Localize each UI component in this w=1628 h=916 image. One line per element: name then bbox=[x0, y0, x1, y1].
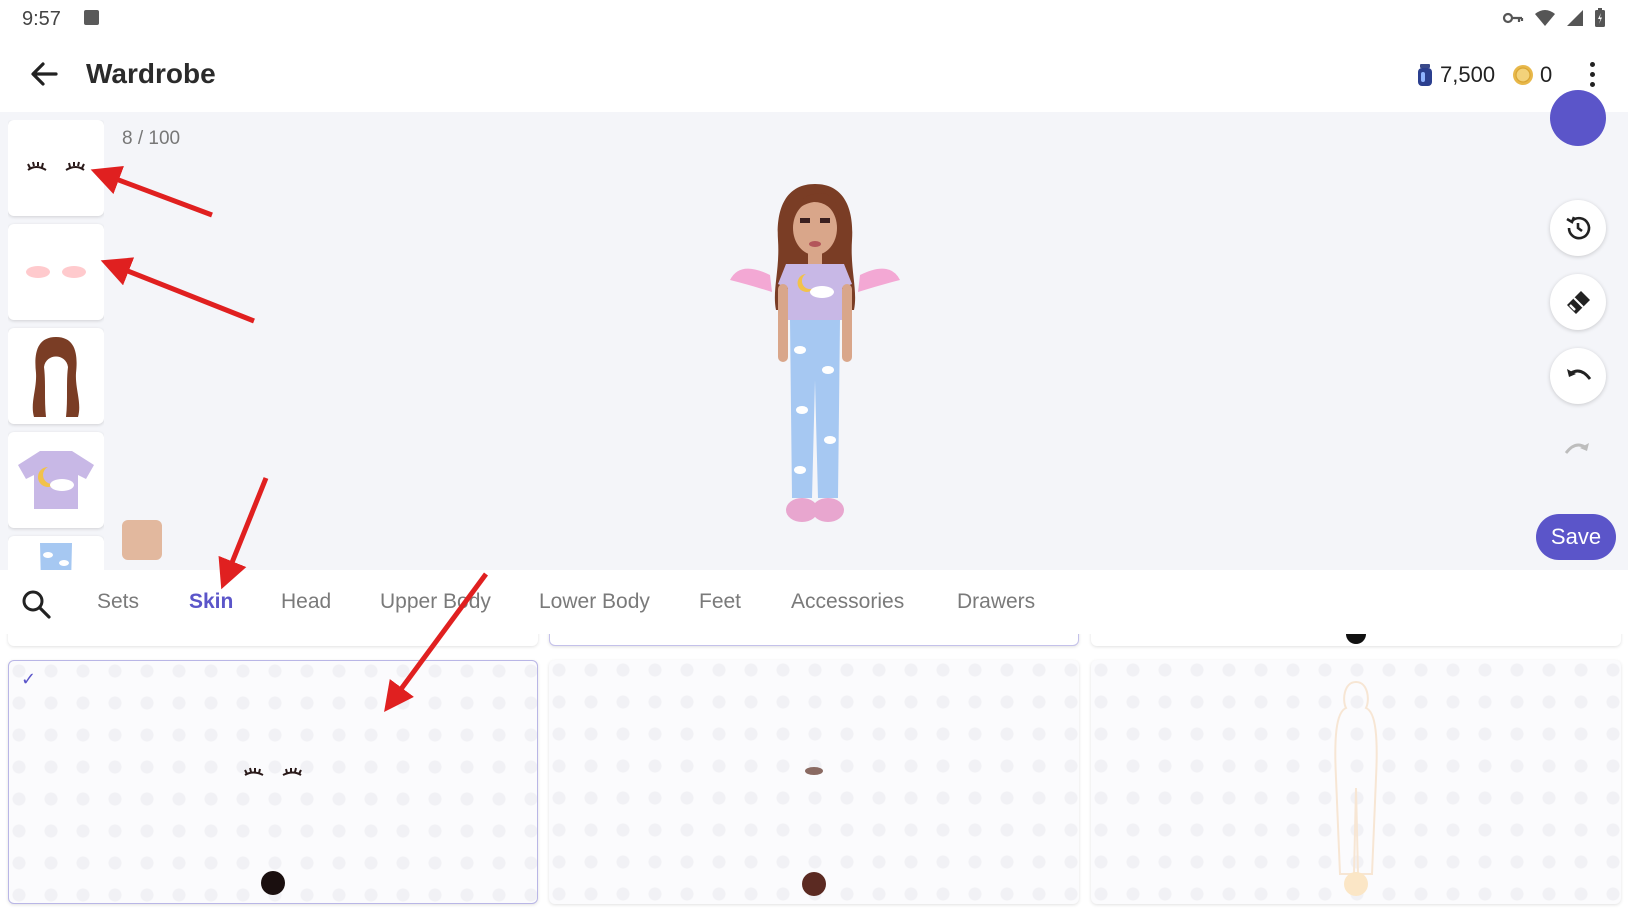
coins-count: 0 bbox=[1540, 62, 1553, 87]
color-dot bbox=[802, 872, 826, 896]
notification-icon bbox=[84, 10, 99, 25]
equipped-item-blush[interactable] bbox=[8, 224, 104, 320]
coin-icon bbox=[1513, 65, 1533, 85]
eyelashes-preview-icon bbox=[244, 767, 302, 776]
equipped-items-list[interactable] bbox=[8, 120, 104, 570]
battery-icon bbox=[1595, 8, 1605, 27]
signal-icon bbox=[1567, 10, 1583, 26]
gem-jar-icon bbox=[1418, 64, 1432, 86]
tab-feet[interactable]: Feet bbox=[699, 590, 741, 614]
color-dot bbox=[261, 871, 285, 895]
skin-items-grid: ✓ bbox=[0, 634, 1628, 916]
equipped-item-hair[interactable] bbox=[8, 328, 104, 424]
tab-accessories[interactable]: Accessories bbox=[791, 590, 904, 614]
skin-item-card-brows[interactable] bbox=[549, 660, 1079, 904]
grid-card-partial[interactable] bbox=[1091, 634, 1621, 646]
tab-sets[interactable]: Sets bbox=[97, 590, 139, 614]
equipped-item-eyelashes[interactable] bbox=[8, 120, 104, 216]
history-icon bbox=[1566, 216, 1591, 240]
reset-button[interactable] bbox=[1550, 200, 1606, 256]
wifi-icon bbox=[1535, 10, 1555, 26]
customize-fab[interactable] bbox=[1550, 90, 1606, 146]
color-dot bbox=[1344, 872, 1368, 896]
tab-drawers[interactable]: Drawers bbox=[957, 590, 1035, 614]
eraser-button[interactable] bbox=[1550, 274, 1606, 330]
brows-preview-icon bbox=[805, 767, 823, 775]
skin-item-card-body[interactable] bbox=[1091, 660, 1621, 904]
grid-card-partial[interactable] bbox=[549, 634, 1079, 646]
status-time: 9:57 bbox=[22, 8, 61, 30]
avatar-canvas: 8 / 100 Save bbox=[0, 90, 1628, 570]
coins-balance[interactable]: 0 bbox=[1512, 62, 1552, 88]
tab-head[interactable]: Head bbox=[281, 590, 331, 614]
arrow-left-icon bbox=[31, 62, 58, 86]
search-button[interactable] bbox=[20, 588, 52, 620]
more-dot bbox=[1589, 81, 1595, 87]
status-bar: 9:57 bbox=[0, 0, 1628, 36]
eraser-icon bbox=[1567, 291, 1590, 314]
category-tabs: Sets Skin Head Upper Body Lower Body Fee… bbox=[0, 570, 1628, 634]
undo-button[interactable] bbox=[1550, 348, 1606, 404]
body-outline-preview-icon bbox=[1334, 680, 1378, 875]
pants-icon bbox=[40, 543, 72, 570]
equipped-item-pants[interactable] bbox=[8, 536, 104, 570]
check-icon: ✓ bbox=[21, 669, 37, 689]
tab-upper-body[interactable]: Upper Body bbox=[380, 590, 491, 614]
item-counter: 8 / 100 bbox=[122, 128, 181, 149]
more-dot bbox=[1589, 61, 1595, 67]
tshirt-icon bbox=[18, 451, 94, 509]
page-title: Wardrobe bbox=[86, 58, 216, 89]
blush-icon bbox=[26, 266, 86, 278]
eyelashes-icon bbox=[27, 161, 85, 171]
app-bar: Wardrobe 7,500 0 bbox=[0, 36, 1628, 112]
gems-count: 7,500 bbox=[1440, 62, 1496, 87]
more-dot bbox=[1589, 71, 1595, 77]
more-options-button[interactable] bbox=[1578, 56, 1606, 92]
tab-lower-body[interactable]: Lower Body bbox=[539, 590, 650, 614]
undo-icon bbox=[1567, 369, 1592, 380]
vpn-key-icon bbox=[1502, 12, 1524, 24]
equipped-item-top[interactable] bbox=[8, 432, 104, 528]
gems-balance[interactable]: 7,500 bbox=[1416, 62, 1495, 88]
color-dot bbox=[1346, 634, 1366, 644]
grid-card-partial[interactable] bbox=[8, 634, 538, 646]
avatar-figure bbox=[730, 184, 900, 522]
search-icon bbox=[22, 590, 51, 619]
save-button[interactable]: Save bbox=[1536, 514, 1616, 560]
skin-color-swatch[interactable] bbox=[122, 520, 162, 560]
redo-icon bbox=[1564, 443, 1589, 454]
tab-skin[interactable]: Skin bbox=[189, 590, 233, 614]
back-button[interactable] bbox=[26, 56, 62, 92]
hair-icon bbox=[32, 337, 80, 417]
status-icons bbox=[1502, 8, 1606, 28]
redo-button[interactable] bbox=[1550, 422, 1606, 478]
skin-item-card-eyelashes[interactable]: ✓ bbox=[8, 660, 538, 904]
